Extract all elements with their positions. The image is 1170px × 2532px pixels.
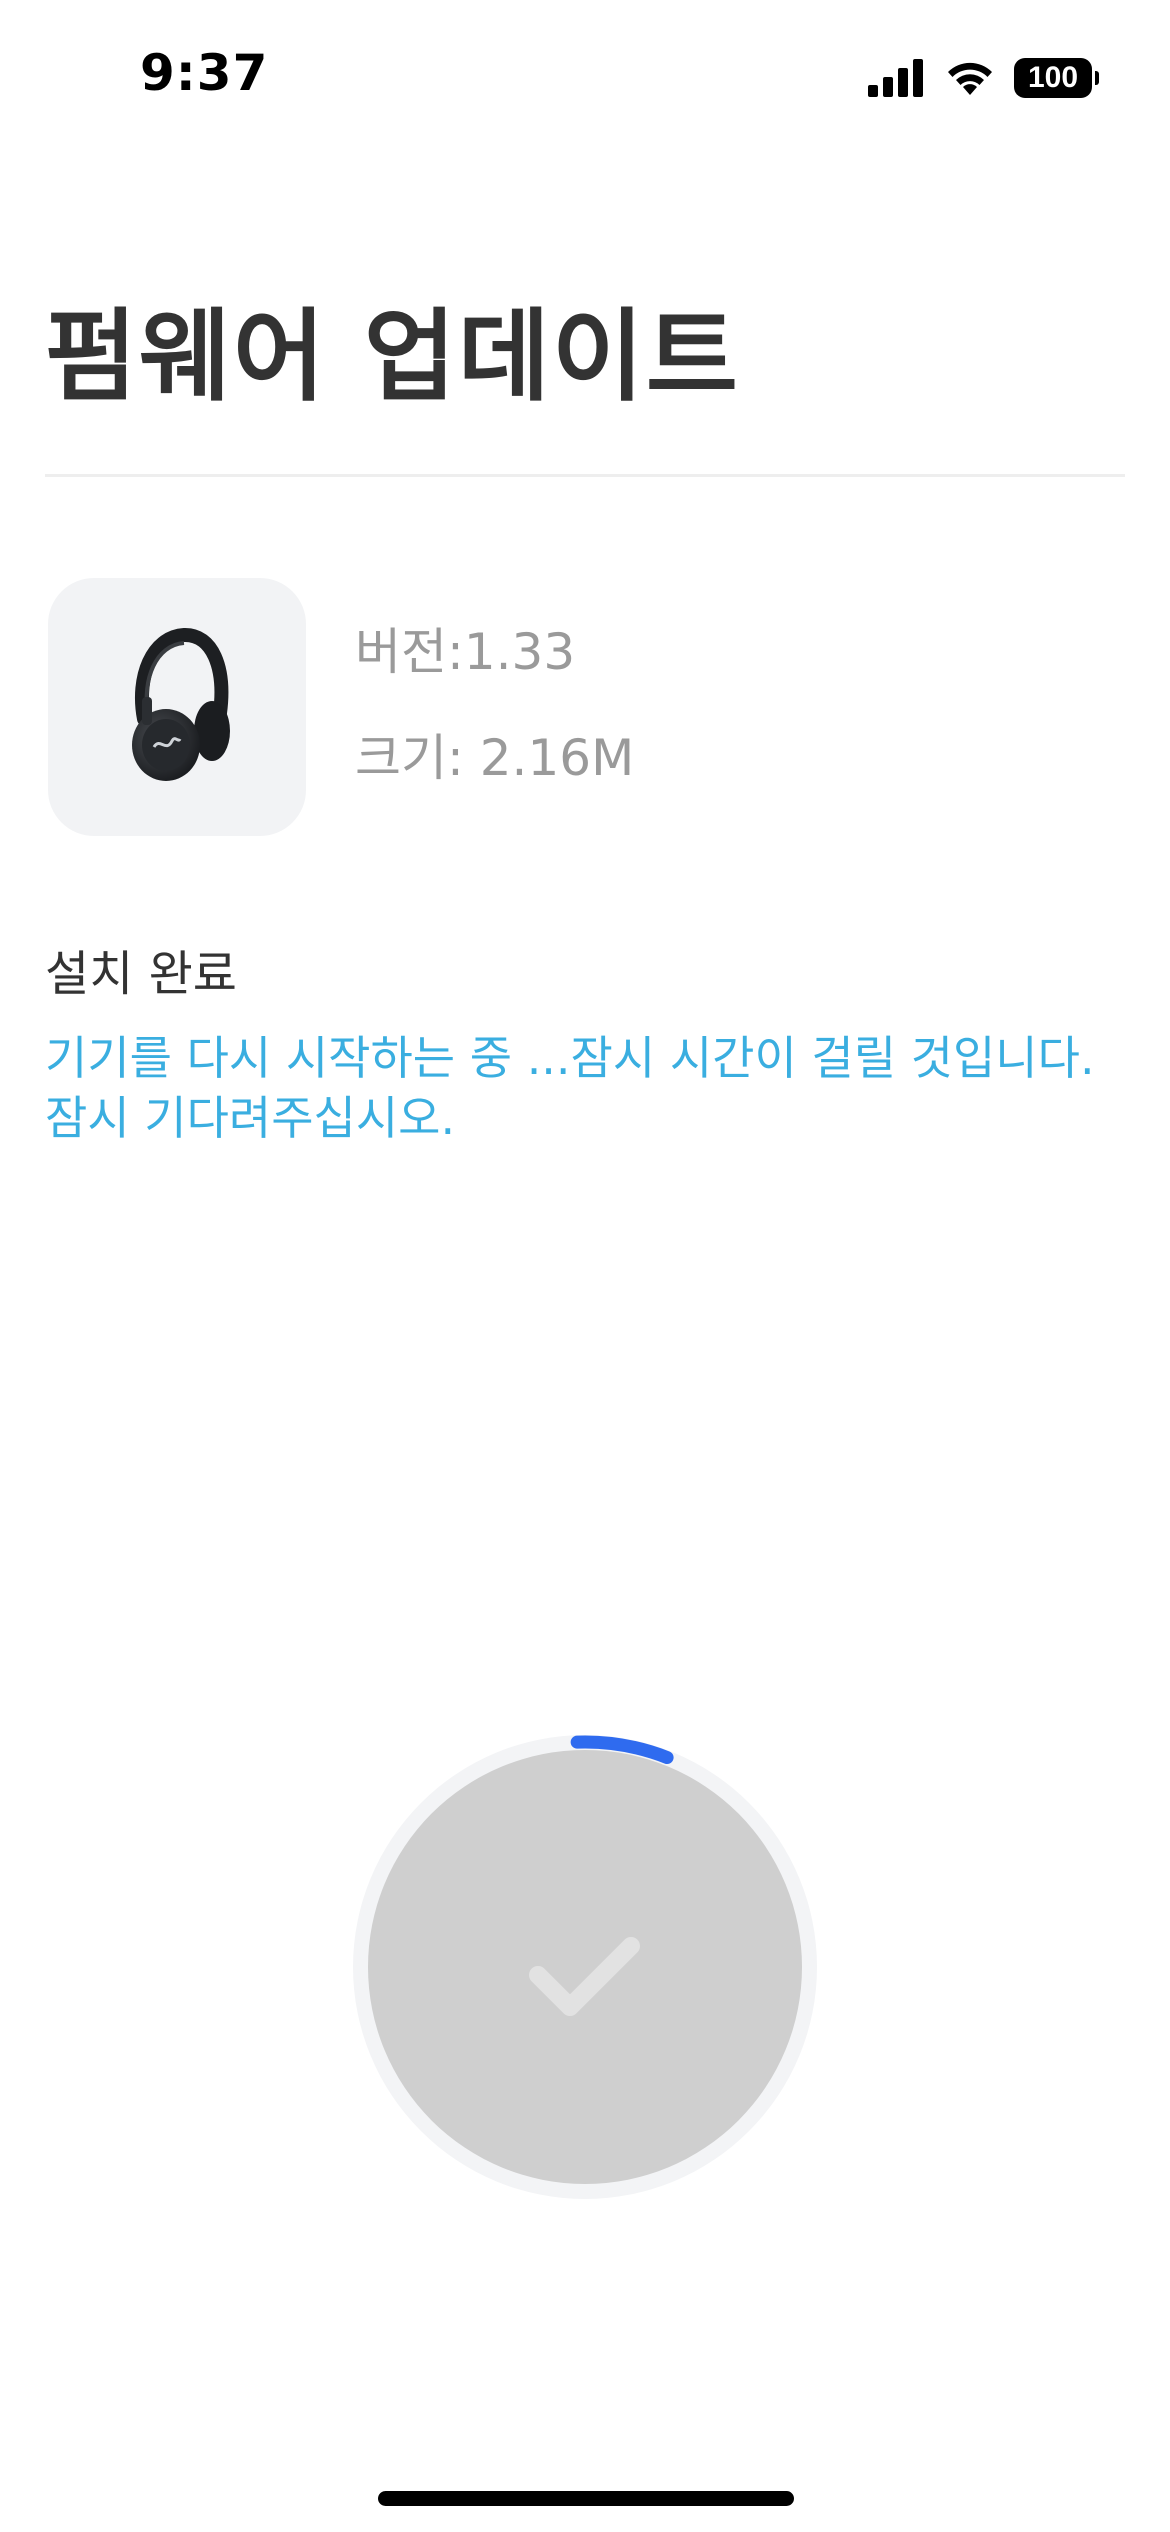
page-title: 펌웨어 업데이트 [45,298,740,415]
status-time: 9:37 [140,44,269,102]
battery-level: 100 [1027,61,1079,94]
device-info: 버전:1.33 크기: 2.16M [355,622,634,788]
device-image [48,578,306,836]
status-icons: 100 [868,56,1099,100]
firmware-version: 버전:1.33 [355,623,576,681]
title-divider [45,474,1125,477]
progress-circle [368,1750,802,2184]
install-status: 설치 완료 [45,946,237,1002]
status-bar: 9:37 100 [0,0,1170,150]
cellular-signal-icon [868,59,923,97]
headphones-image [132,628,230,781]
home-indicator[interactable] [378,2491,794,2506]
restart-message: 기기를 다시 시작하는 중 ...잠시 시간이 걸릴 것입니다. 잠시 기다려주… [45,1031,1095,1145]
battery-icon: 100 [1014,58,1099,98]
wifi-icon [948,62,992,95]
firmware-size: 크기: 2.16M [355,729,635,787]
progress-ring [353,1735,817,2199]
